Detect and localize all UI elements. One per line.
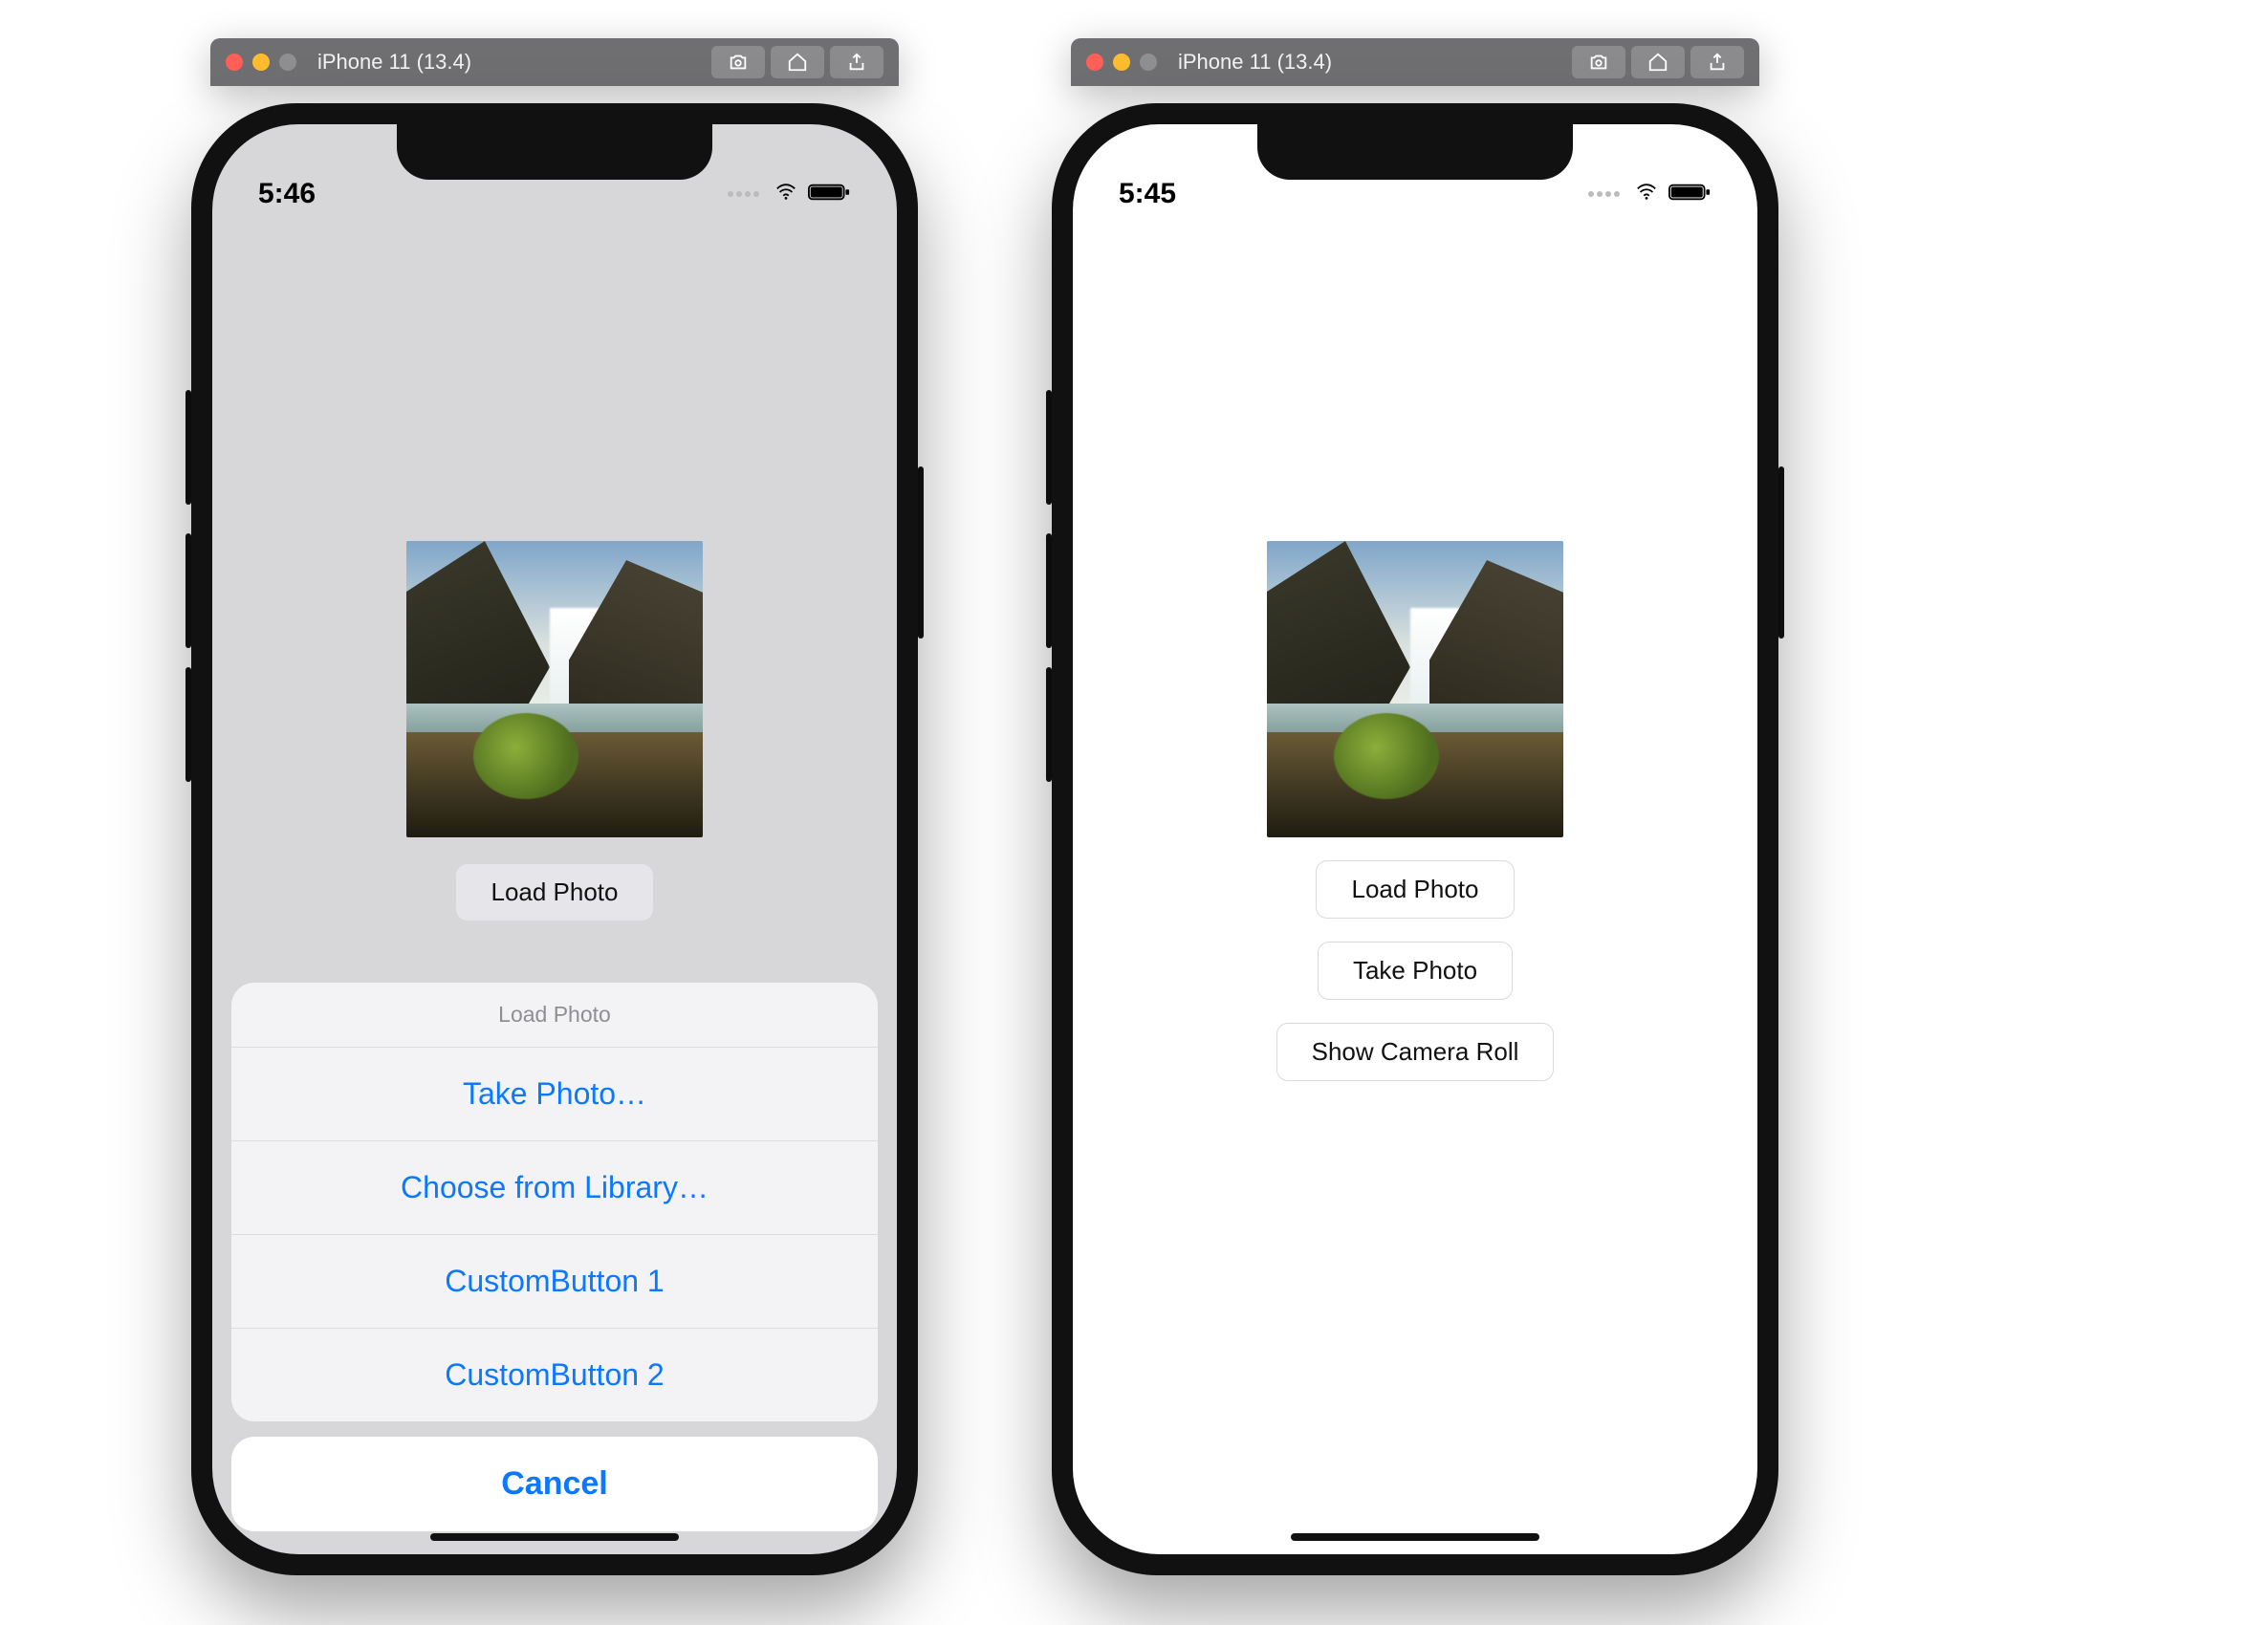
simulator-right: iPhone 11 (13.4) 5:45 L [1052,38,1778,1575]
window-titlebar[interactable]: iPhone 11 (13.4) [1071,38,1759,86]
sheet-item-choose-lib[interactable]: Choose from Library… [231,1141,878,1235]
action-sheet-group: Load Photo Take Photo… Choose from Libra… [231,983,878,1421]
share-icon[interactable] [1690,46,1744,78]
home-indicator[interactable] [1291,1533,1539,1541]
load-photo-button[interactable]: Load Photo [1316,860,1514,919]
close-icon[interactable] [1086,54,1103,71]
device-screen: 5:46 Load Photo Load Photo Take Photo… [212,124,897,1554]
minimize-icon[interactable] [1113,54,1130,71]
screenshot-icon[interactable] [1572,46,1625,78]
device-frame: 5:45 Load Photo Take Photo Show Camera R… [1052,103,1778,1575]
show-camera-roll-button[interactable]: Show Camera Roll [1276,1023,1555,1081]
screenshot-icon[interactable] [711,46,765,78]
traffic-lights [226,54,296,71]
home-icon[interactable] [1631,46,1685,78]
load-photo-button[interactable]: Load Photo [456,864,652,921]
action-sheet: Load Photo Take Photo… Choose from Libra… [231,983,878,1531]
zoom-icon[interactable] [279,54,296,71]
device-frame: 5:46 Load Photo Load Photo Take Photo… [191,103,918,1575]
home-indicator[interactable] [430,1533,679,1541]
sheet-cancel-button[interactable]: Cancel [231,1437,878,1531]
app-content: Load Photo Take Photo Show Camera Roll [1073,124,1757,1554]
share-icon[interactable] [830,46,883,78]
minimize-icon[interactable] [252,54,270,71]
photo-preview [1267,541,1563,837]
photo-preview [406,541,703,837]
sheet-item-take-photo[interactable]: Take Photo… [231,1048,878,1141]
sheet-item-custom-2[interactable]: CustomButton 2 [231,1329,878,1421]
simulator-left: iPhone 11 (13.4) 5:46 L [191,38,918,1575]
traffic-lights [1086,54,1157,71]
take-photo-button[interactable]: Take Photo [1318,942,1513,1000]
window-titlebar[interactable]: iPhone 11 (13.4) [210,38,899,86]
close-icon[interactable] [226,54,243,71]
zoom-icon[interactable] [1140,54,1157,71]
window-title: iPhone 11 (13.4) [1178,50,1560,75]
device-screen: 5:45 Load Photo Take Photo Show Camera R… [1073,124,1757,1554]
sheet-item-custom-1[interactable]: CustomButton 1 [231,1235,878,1329]
home-icon[interactable] [771,46,824,78]
window-title: iPhone 11 (13.4) [317,50,700,75]
action-sheet-title: Load Photo [231,983,878,1048]
